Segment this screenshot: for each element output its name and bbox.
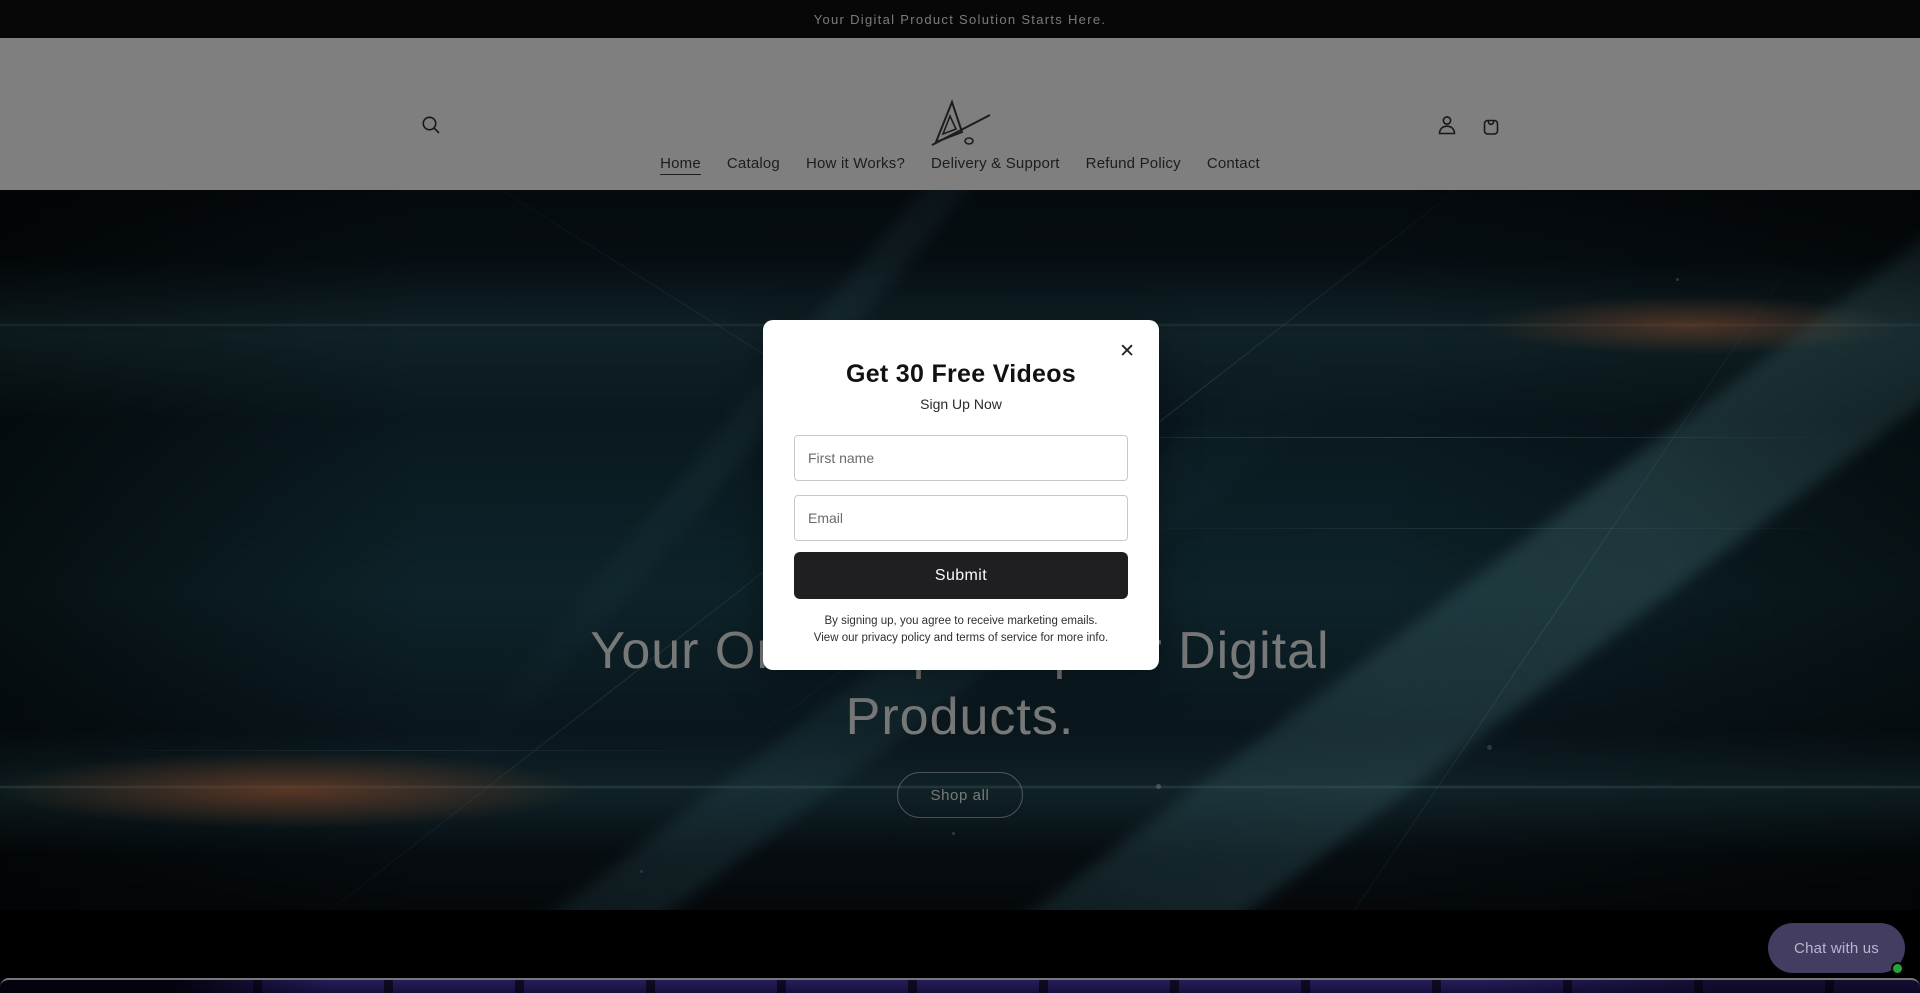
- chat-label: Chat with us: [1794, 940, 1879, 957]
- chat-widget-button[interactable]: Chat with us: [1768, 923, 1905, 973]
- close-button[interactable]: ✕: [1119, 342, 1135, 361]
- submit-button[interactable]: Submit: [794, 552, 1128, 599]
- close-x-icon: ✕: [1119, 341, 1135, 362]
- popup-subtitle: Sign Up Now: [763, 396, 1159, 412]
- newsletter-popup: ✕ Get 30 Free Videos Sign Up Now Submit …: [763, 320, 1159, 670]
- email-input[interactable]: [794, 495, 1128, 541]
- popup-disclaimer: By signing up, you agree to receive mark…: [811, 613, 1111, 646]
- first-name-input[interactable]: [794, 435, 1128, 481]
- popup-title: Get 30 Free Videos: [763, 360, 1159, 389]
- page: Your Digital Product Solution Starts Her…: [0, 0, 1920, 993]
- online-status-dot: [1891, 962, 1904, 975]
